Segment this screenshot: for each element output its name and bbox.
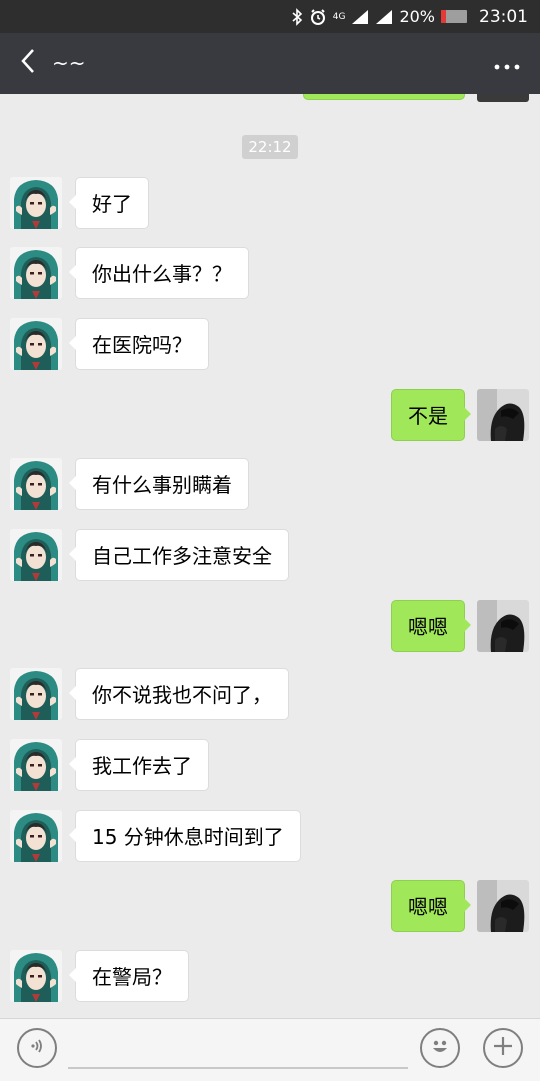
incoming-message-bubble[interactable]: 你出什么事？？ <box>69 247 249 299</box>
bluetooth-icon <box>291 7 303 26</box>
network-type-label: 4G <box>332 11 346 22</box>
contact-avatar[interactable] <box>10 247 62 299</box>
incoming-message-bubble[interactable]: 在医院吗？ <box>69 318 209 370</box>
previous-message-bubble <box>303 94 465 100</box>
contact-avatar[interactable] <box>10 318 62 370</box>
message-input[interactable] <box>68 1067 408 1069</box>
message-row: 嗯嗯 <box>0 880 540 934</box>
timestamp-badge: 22:12 <box>242 135 298 159</box>
input-bar <box>0 1018 540 1081</box>
contact-avatar[interactable] <box>10 739 62 791</box>
my-avatar[interactable] <box>477 389 529 441</box>
my-avatar[interactable] <box>477 880 529 932</box>
plus-button[interactable] <box>483 1028 523 1068</box>
back-button[interactable] <box>10 45 46 81</box>
contact-avatar[interactable] <box>10 458 62 510</box>
emoji-button[interactable] <box>420 1028 460 1068</box>
incoming-message-bubble[interactable]: 你不说我也不问了， <box>69 668 289 720</box>
title-bar: ~~ <box>0 33 540 94</box>
message-row: 你出什么事？？ <box>0 247 540 301</box>
battery-percent: 20% <box>399 7 435 26</box>
contact-avatar[interactable] <box>10 950 62 1002</box>
message-row: 有什么事别瞒着 <box>0 458 540 512</box>
previous-message-avatar <box>477 94 529 102</box>
message-row: 在警局？ <box>0 950 540 1004</box>
emoji-icon <box>427 1033 453 1063</box>
my-avatar[interactable] <box>477 600 529 652</box>
plus-icon <box>492 1035 514 1061</box>
outgoing-message-bubble[interactable]: 不是 <box>391 389 471 441</box>
incoming-message-bubble[interactable]: 自己工作多注意安全 <box>69 529 289 581</box>
message-row: 不是 <box>0 389 540 443</box>
status-time: 23:01 <box>479 6 528 27</box>
voice-icon <box>28 1037 46 1059</box>
message-row: 我工作去了 <box>0 739 540 793</box>
contact-avatar[interactable] <box>10 177 62 229</box>
outgoing-message-bubble[interactable]: 嗯嗯 <box>391 600 471 652</box>
message-row: 你不说我也不问了， <box>0 668 540 722</box>
incoming-message-bubble[interactable]: 有什么事别瞒着 <box>69 458 249 510</box>
incoming-message-bubble[interactable]: 好了 <box>69 177 149 229</box>
contact-avatar[interactable] <box>10 668 62 720</box>
battery-icon <box>441 10 467 23</box>
signal-icon-2 <box>375 9 393 25</box>
voice-button[interactable] <box>17 1028 57 1068</box>
chat-area[interactable]: 22:12 好了你出什么事？？ 在医院吗？ 不是有什么事别瞒着 自己工作多注意安全嗯嗯… <box>0 94 540 1018</box>
contact-avatar[interactable] <box>10 810 62 862</box>
more-dots-icon <box>494 55 520 74</box>
alarm-icon <box>309 8 327 26</box>
signal-icon <box>351 9 369 25</box>
message-row: 好了 <box>0 177 540 231</box>
message-row: 嗯嗯 <box>0 600 540 654</box>
message-row: 自己工作多注意安全 <box>0 529 540 583</box>
more-button[interactable] <box>492 49 522 79</box>
chat-title: ~~ <box>52 51 86 75</box>
message-row: 在医院吗？ <box>0 318 540 372</box>
message-row: 15 分钟休息时间到了 <box>0 810 540 864</box>
incoming-message-bubble[interactable]: 15 分钟休息时间到了 <box>69 810 301 862</box>
contact-avatar[interactable] <box>10 529 62 581</box>
chevron-left-icon <box>20 48 36 78</box>
incoming-message-bubble[interactable]: 在警局？ <box>69 950 189 1002</box>
status-bar: 4G 20% 23:01 <box>0 0 540 33</box>
incoming-message-bubble[interactable]: 我工作去了 <box>69 739 209 791</box>
outgoing-message-bubble[interactable]: 嗯嗯 <box>391 880 471 932</box>
